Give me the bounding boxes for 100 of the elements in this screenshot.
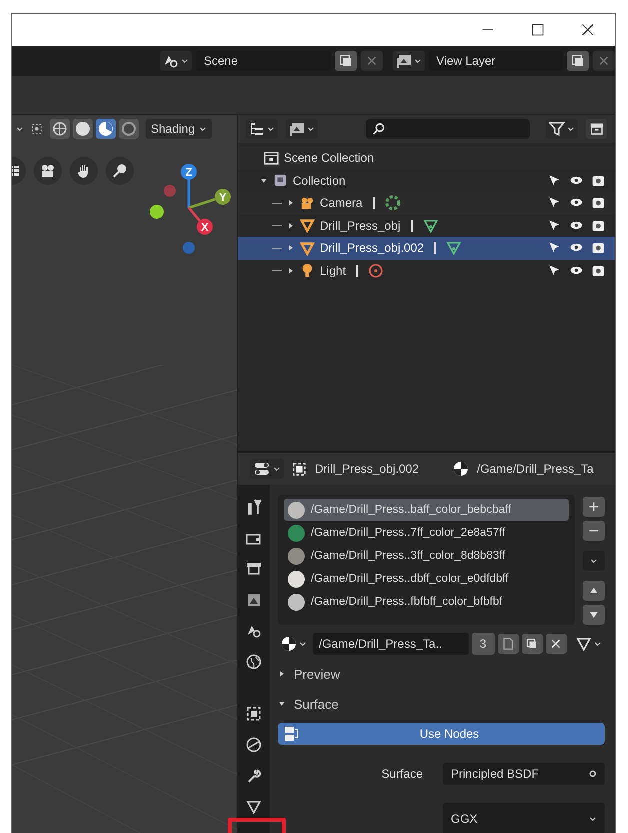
outliner-item[interactable]: Light bbox=[238, 260, 615, 282]
socket-icon bbox=[589, 770, 597, 778]
chevron-icon bbox=[589, 814, 597, 822]
zoom-button[interactable] bbox=[106, 157, 134, 185]
chevron-icon bbox=[299, 640, 307, 648]
object-name: Drill_Press_obj.002 bbox=[315, 462, 420, 476]
maximize-icon[interactable] bbox=[531, 23, 545, 37]
material-slot[interactable]: /Game/Drill_Press..fbfbff_color_bfbfbf bbox=[284, 591, 569, 613]
light-icon bbox=[300, 263, 315, 278]
outliner-item[interactable]: Collection bbox=[238, 170, 615, 192]
new-collection-button[interactable] bbox=[586, 119, 607, 139]
new-scene-button[interactable] bbox=[334, 51, 357, 71]
toggle-icon bbox=[253, 461, 271, 477]
light-data-icon bbox=[368, 262, 384, 279]
image-stack-icon bbox=[289, 121, 305, 137]
tool-icon[interactable] bbox=[246, 499, 262, 515]
collapsed-triangle-icon bbox=[287, 222, 295, 230]
archive-icon bbox=[590, 122, 604, 136]
shading-mode-button[interactable] bbox=[73, 119, 93, 139]
use-nodes-button[interactable]: Use Nodes bbox=[278, 723, 605, 745]
wrench-icon[interactable] bbox=[246, 768, 262, 784]
world-icon[interactable] bbox=[246, 654, 262, 670]
close-icon[interactable] bbox=[581, 23, 595, 37]
mesh-data-icon[interactable] bbox=[246, 799, 262, 815]
copy-icon bbox=[526, 638, 538, 650]
wireframe-shading-icon bbox=[52, 121, 68, 137]
delete-scene-button[interactable] bbox=[360, 51, 382, 71]
camera-icon[interactable] bbox=[592, 264, 605, 276]
image-stack-icon bbox=[396, 53, 412, 69]
up-triangle-icon bbox=[589, 586, 599, 596]
view-layer-type-dropdown[interactable] bbox=[392, 51, 424, 71]
scene-collection-icon bbox=[264, 150, 279, 166]
unlink-button[interactable] bbox=[546, 634, 567, 654]
new-view-layer-button[interactable] bbox=[567, 51, 590, 71]
search-icon bbox=[372, 122, 385, 136]
chevron-icon bbox=[199, 125, 208, 133]
distribution-dropdown[interactable]: GGX bbox=[443, 803, 605, 833]
material-name-field[interactable]: /Game/Drill_Press_Ta.. bbox=[313, 633, 469, 655]
filter-icon bbox=[549, 121, 566, 137]
filter-mode-dropdown[interactable] bbox=[286, 119, 318, 139]
object-icon bbox=[292, 462, 307, 476]
panel-header[interactable]: Surface bbox=[278, 693, 605, 715]
display-mode-dropdown[interactable] bbox=[246, 119, 278, 139]
material-icon bbox=[281, 636, 297, 652]
mesh-data-icon bbox=[576, 636, 592, 652]
chevron-icon bbox=[567, 125, 576, 133]
select-arrow-icon[interactable] bbox=[548, 174, 561, 186]
collection-icon bbox=[273, 173, 288, 188]
rendered-shading-icon bbox=[121, 121, 137, 137]
view-layer-icon[interactable] bbox=[246, 592, 262, 608]
camera-icon[interactable] bbox=[592, 218, 605, 232]
user-count[interactable]: 3 bbox=[472, 633, 495, 655]
chevron-icon bbox=[181, 57, 189, 65]
mesh-icon bbox=[300, 240, 315, 256]
editor-type-dropdown[interactable] bbox=[250, 459, 284, 479]
chevron-icon bbox=[16, 125, 24, 133]
object-icon[interactable] bbox=[246, 706, 262, 722]
camera-icon[interactable] bbox=[592, 241, 605, 254]
camera-icon bbox=[300, 196, 315, 211]
material-slot[interactable]: /Game/Drill_Press..baff_color_bebcbaff bbox=[284, 499, 569, 521]
panel-header[interactable]: Preview bbox=[278, 663, 605, 685]
shading-mode-button[interactable] bbox=[119, 119, 139, 139]
outliner-item[interactable]: Drill_Press_obj bbox=[238, 214, 615, 237]
list-icon bbox=[249, 121, 265, 137]
remove-slot-button[interactable] bbox=[583, 521, 605, 541]
select-arrow-icon[interactable] bbox=[548, 241, 561, 254]
eye-icon[interactable] bbox=[570, 196, 583, 209]
material-slot[interactable]: /Game/Drill_Press..3ff_color_8d8b83ff bbox=[284, 545, 569, 567]
camera-view-button[interactable] bbox=[34, 157, 62, 185]
camera-icon[interactable] bbox=[592, 196, 605, 209]
shading-mode-button[interactable] bbox=[50, 119, 70, 139]
select-arrow-icon[interactable] bbox=[548, 264, 561, 276]
outliner-item[interactable]: Drill_Press_obj.002 bbox=[238, 237, 615, 260]
material-slot[interactable]: /Game/Drill_Press..dbff_color_e0dfdbff bbox=[284, 568, 569, 590]
new-material-button[interactable] bbox=[522, 634, 543, 654]
surface-shader-field[interactable]: Principled BSDF bbox=[443, 763, 605, 785]
nodes-icon bbox=[284, 726, 300, 742]
scene-type-dropdown[interactable] bbox=[160, 51, 192, 71]
shading-mode-button[interactable] bbox=[96, 119, 116, 139]
eye-icon[interactable] bbox=[570, 241, 583, 254]
search-field[interactable] bbox=[366, 119, 530, 139]
material-slot[interactable]: /Game/Drill_Press..7ff_color_2e8a57ff bbox=[284, 522, 569, 544]
fake-user-button[interactable] bbox=[498, 634, 519, 654]
view-layer-field[interactable]: View Layer bbox=[428, 51, 564, 71]
chevron-icon bbox=[590, 557, 598, 565]
scene-field[interactable]: Scene bbox=[196, 51, 331, 71]
pan-button[interactable] bbox=[70, 157, 98, 185]
chevron-icon bbox=[414, 57, 422, 65]
camera-icon[interactable] bbox=[592, 174, 605, 186]
add-slot-button[interactable] bbox=[583, 497, 605, 517]
shading-dropdown[interactable]: Shading bbox=[146, 119, 212, 139]
output-icon[interactable] bbox=[246, 561, 262, 577]
down-triangle-icon bbox=[589, 610, 599, 620]
move-down-button[interactable] bbox=[583, 605, 605, 625]
material-name: /Game/Drill_Press_Ta bbox=[477, 462, 594, 476]
select-arrow-icon[interactable] bbox=[548, 196, 561, 209]
filter-dropdown[interactable] bbox=[546, 119, 578, 139]
mesh-data-icon bbox=[422, 218, 439, 234]
select-arrow-icon[interactable] bbox=[548, 218, 561, 232]
move-up-button[interactable] bbox=[583, 581, 605, 601]
